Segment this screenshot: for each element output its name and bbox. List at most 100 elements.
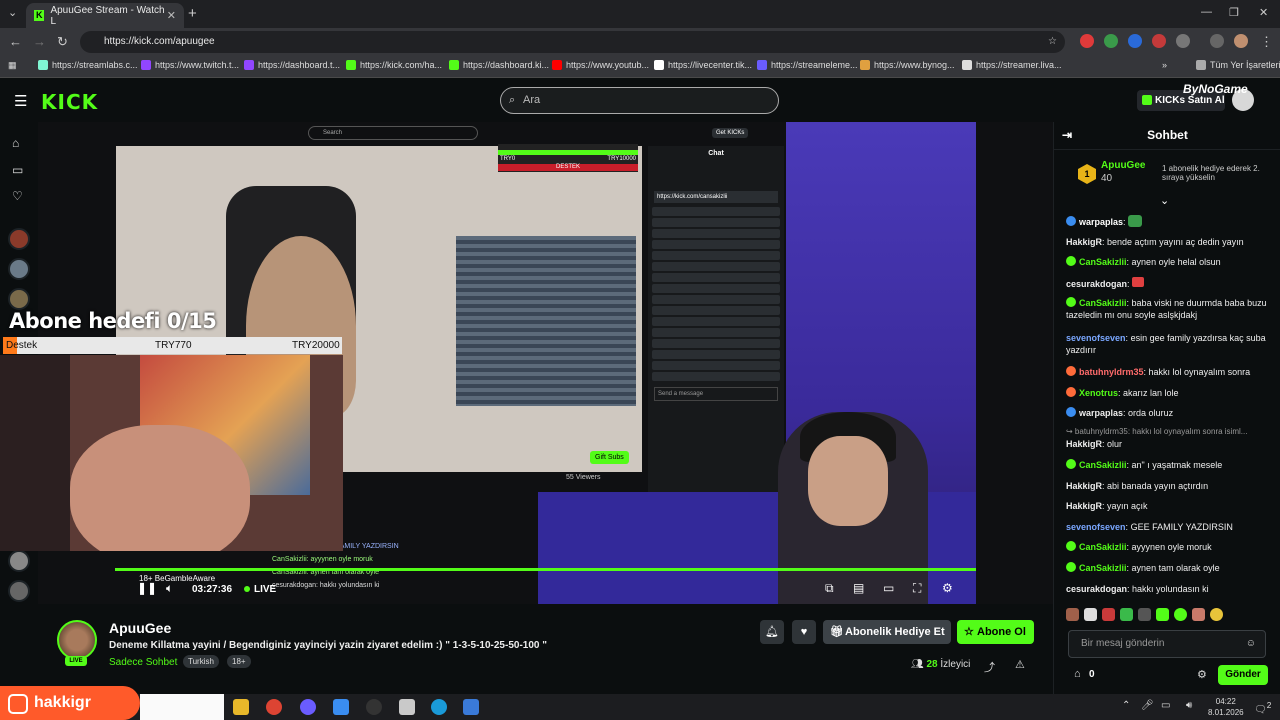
file-explorer-icon[interactable] <box>233 699 249 715</box>
bookmark-item[interactable]: https://dashboard.ki... <box>449 60 549 70</box>
inner-send-input: Send a message <box>654 387 778 401</box>
collapse-chat-icon[interactable]: ⇥ <box>1062 122 1072 148</box>
followed-channel-avatar[interactable] <box>8 550 30 572</box>
share-icon[interactable]: ⤴ <box>984 659 995 675</box>
theater-mode-icon[interactable]: ▭ <box>883 581 894 595</box>
bookmark-star-icon[interactable]: ☆ <box>1048 31 1057 53</box>
subscribe-button[interactable]: ☆ Abone Ol <box>957 620 1034 644</box>
extension-icon[interactable] <box>1080 34 1094 48</box>
hamburger-menu-icon[interactable]: ☰ <box>14 92 27 110</box>
bookmark-item[interactable]: https://www.youtub... <box>552 60 649 70</box>
chat-reply-context: ↪ batuhnyldrm35: hakkı lol oynayalım son… <box>1066 427 1248 436</box>
minimize-icon[interactable]: — <box>1201 6 1212 18</box>
tab-list-icon[interactable]: ⌄ <box>8 6 17 19</box>
discord-icon[interactable] <box>300 699 316 715</box>
tag-age[interactable]: 18+ <box>227 655 251 668</box>
speaker-icon[interactable]: 🔊︎ <box>1186 700 1192 711</box>
bookmarks-bar: ▦ https://streamlabs.c... https://www.tw… <box>0 56 1280 78</box>
copilot-icon[interactable] <box>333 699 349 715</box>
bookmark-item[interactable]: https://www.bynog... <box>860 60 955 70</box>
playback-progress-bar[interactable] <box>115 568 976 571</box>
emote-icon[interactable] <box>1120 608 1133 621</box>
emote-icon[interactable] <box>1138 608 1151 621</box>
live-indicator[interactable]: LIVE <box>244 584 276 595</box>
emote-icon[interactable] <box>1102 608 1115 621</box>
bookmark-item[interactable]: https://streamlabs.c... <box>38 60 138 70</box>
network-icon[interactable]: ▭ <box>1161 700 1170 711</box>
notification-center-icon[interactable]: 🗨︎2 <box>1254 700 1271 715</box>
emoji-picker-icon[interactable]: ☺ <box>1246 631 1256 657</box>
emote-icon[interactable] <box>1174 608 1187 621</box>
settings-gear-icon[interactable]: ⚙ <box>942 581 953 595</box>
tray-chevron-icon[interactable]: ⌃ <box>1122 700 1130 711</box>
new-tab-button[interactable]: + <box>188 5 197 22</box>
reading-list-icon[interactable] <box>1210 34 1224 48</box>
followed-channel-avatar[interactable] <box>8 228 30 250</box>
clip-icon[interactable]: ▤ <box>853 581 864 595</box>
streamer-name[interactable]: ApuuGee <box>109 620 171 636</box>
reload-icon[interactable]: ↻ <box>57 34 68 50</box>
chrome-icon[interactable] <box>266 699 282 715</box>
bookmark-item[interactable]: https://streamer.liva... <box>962 60 1062 70</box>
app-icon[interactable] <box>399 699 415 715</box>
extension-icon[interactable] <box>1104 34 1118 48</box>
menu-kebab-icon[interactable]: ⋮ <box>1260 34 1273 50</box>
extensions-puzzle-icon[interactable] <box>1176 34 1190 48</box>
back-icon[interactable]: ← <box>9 34 22 49</box>
expand-chevron-icon[interactable]: ⌄ <box>1160 194 1169 207</box>
report-warning-icon[interactable]: ⚠ <box>1015 658 1025 671</box>
obs-icon[interactable] <box>366 699 382 715</box>
bookmark-item[interactable]: https://livecenter.tik... <box>654 60 752 70</box>
bynogame-overlay-logo: ByNoGame <box>1183 82 1248 96</box>
search-input[interactable]: ⌕ Ara <box>500 87 779 114</box>
emote-icon[interactable] <box>1192 608 1205 621</box>
emote-icon[interactable] <box>1066 608 1079 621</box>
microphone-icon[interactable]: 🎤︎ <box>1141 700 1154 711</box>
kick-logo[interactable]: KICK <box>41 90 98 114</box>
home-icon[interactable]: ⌂ <box>12 136 19 150</box>
bookmark-item[interactable]: https://dashboard.t... <box>244 60 340 70</box>
maximize-icon[interactable]: ❐ <box>1229 6 1239 19</box>
followed-channel-avatar[interactable] <box>8 580 30 602</box>
taskbar-search-box[interactable] <box>140 694 224 720</box>
more-bookmarks-chevron-icon[interactable]: » <box>1162 60 1167 70</box>
app-icon[interactable] <box>463 699 479 715</box>
followed-channel-avatar[interactable] <box>8 288 30 310</box>
apps-grid-icon[interactable]: ▦ <box>8 60 17 71</box>
bookmark-item[interactable]: https://www.twitch.t... <box>141 60 239 70</box>
notification-bell-button[interactable]: 🔔︎ <box>760 620 784 644</box>
leader-name[interactable]: ApuuGee <box>1101 160 1145 171</box>
url-field[interactable]: https://kick.com/apuugee ☆ <box>80 31 1065 53</box>
volume-icon[interactable]: 🔈︎ <box>166 581 173 596</box>
following-heart-icon[interactable]: ♡ <box>12 189 23 203</box>
extension-icon[interactable] <box>1152 34 1166 48</box>
streamer-avatar[interactable] <box>57 620 97 660</box>
chat-message-input[interactable]: Bir mesaj gönderin ☺ <box>1068 630 1266 658</box>
pause-icon[interactable]: ❚❚ <box>137 581 157 595</box>
gift-subscription-button[interactable]: 🎁︎ Abonelik Hediye Et <box>823 620 951 644</box>
tab-close-icon[interactable]: ✕ <box>167 9 176 22</box>
mini-player-icon[interactable]: ⧉ <box>825 581 834 596</box>
emote-icon[interactable] <box>1210 608 1223 621</box>
stream-category[interactable]: Sadece Sohbet <box>109 657 177 668</box>
kicks-wallet-icon[interactable]: ⌂ <box>1074 668 1081 680</box>
emote-icon[interactable] <box>1084 608 1097 621</box>
profile-avatar[interactable] <box>1234 34 1248 48</box>
edge-icon[interactable] <box>431 699 447 715</box>
send-message-button[interactable]: Gönder <box>1218 665 1268 685</box>
emote-icon[interactable] <box>1156 608 1169 621</box>
forward-icon[interactable]: → <box>33 34 46 49</box>
chat-settings-gear-icon[interactable]: ⚙ <box>1197 668 1207 681</box>
close-window-icon[interactable]: ✕ <box>1259 6 1268 19</box>
follow-heart-button[interactable]: ♥ <box>792 620 816 644</box>
browser-tab[interactable]: K ApuuGee Stream - Watch L ✕ <box>26 3 184 28</box>
all-bookmarks-folder[interactable]: Tüm Yer İşaretleri <box>1196 60 1280 70</box>
bookmark-item[interactable]: https://kick.com/ha... <box>346 60 442 70</box>
bookmark-item[interactable]: https://streameleme... <box>757 60 858 70</box>
fullscreen-icon[interactable]: ⛶ <box>913 581 921 596</box>
taskbar-clock[interactable]: 04:22 8.01.2026 <box>1208 696 1244 718</box>
browse-icon[interactable]: ▭ <box>12 163 23 177</box>
followed-channel-avatar[interactable] <box>8 258 30 280</box>
extension-icon[interactable] <box>1128 34 1142 48</box>
tag-language[interactable]: Turkish <box>183 655 219 668</box>
